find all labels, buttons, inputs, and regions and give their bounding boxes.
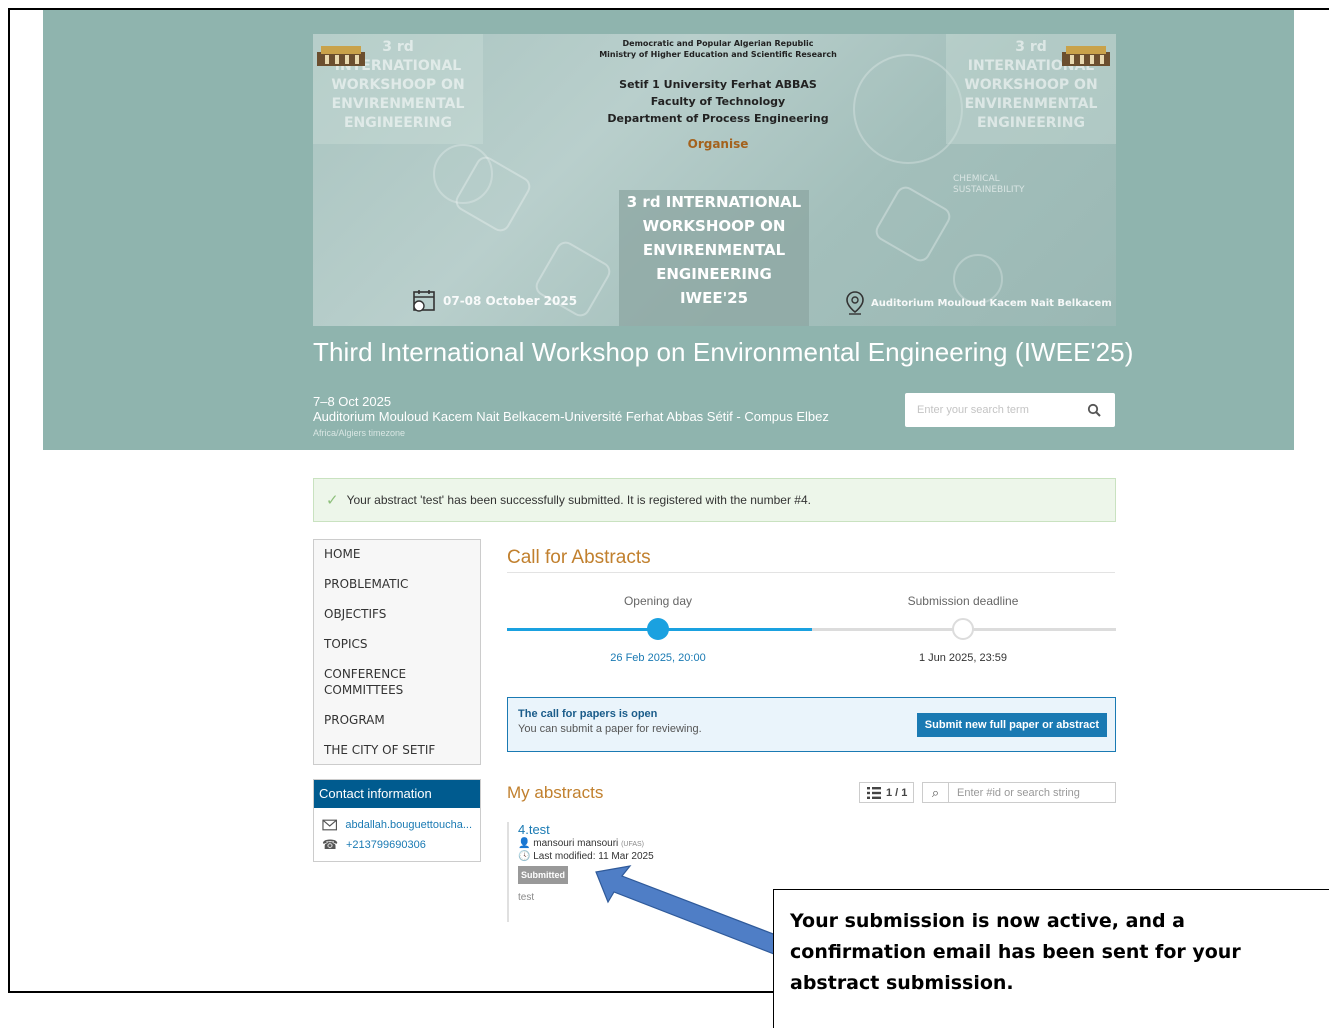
status-badge: Submitted (518, 866, 568, 884)
workshop-line: WORKSHOOP ON (642, 217, 786, 235)
menu-item-conference-committees[interactable]: CONFERENCE COMMITTEES (314, 666, 434, 698)
decor-hexagon (872, 183, 954, 265)
submit-abstract-button[interactable]: Submit new full paper or abstract (916, 713, 1107, 737)
menu-item-topics[interactable]: TOPICS (314, 636, 480, 652)
section-divider (507, 572, 1115, 573)
workshop-line: IWEE'25 (679, 289, 749, 307)
department-name: Department of Process Engineering (607, 112, 829, 125)
faculty-name: Faculty of Technology (650, 95, 786, 108)
menu-item-program[interactable]: PROGRAM (314, 712, 480, 728)
phone-icon: ☎ (322, 837, 339, 852)
envelope-icon (322, 819, 338, 831)
conference-timezone: Africa/Algiers timezone (313, 428, 406, 438)
person-icon: 👤 (518, 838, 531, 849)
abstracts-pager[interactable]: 1 / 1 (859, 782, 915, 803)
university-name: Setif 1 University Ferhat ABBAS (619, 78, 817, 91)
clock-icon: 🕓 (518, 851, 531, 862)
document-frame-left (8, 8, 10, 993)
document-frame-bottom (8, 991, 773, 993)
university-logo (317, 46, 365, 66)
checkmark-icon: ✓ (326, 492, 339, 509)
callout-line: confirmation email has been sent for you… (790, 941, 1241, 963)
conference-venue: Auditorium Mouloud Kacem Nait Belkacem-U… (313, 409, 829, 424)
conference-banner: 3 rd INTERNATIONAL WORKSHOOP ON ENVIRENM… (313, 34, 1116, 326)
workshop-line: ENVIRENMENTAL (642, 241, 786, 259)
university-logo (1062, 46, 1110, 66)
search-icon: ⌕ (923, 783, 949, 802)
contact-panel: Contact information abdallah.bouguettouc… (313, 779, 481, 862)
banner-date: 07-08 October 2025 (411, 288, 577, 314)
workshop-title-box: 3 rd INTERNATIONAL WORKSHOOP ON ENVIRENM… (619, 190, 809, 326)
organise-label: Organise (687, 137, 749, 151)
banner-chemical-text: CHEMICAL SUSTAINEBILITY (953, 174, 1025, 195)
my-abstracts-title: My abstracts (507, 783, 604, 802)
abstract-search: ⌕ (922, 782, 1116, 803)
site-search (905, 393, 1115, 427)
banner-place-text: Auditorium Mouloud Kacem Nait Belkacem (871, 297, 1112, 309)
banner-date-text: 07-08 October 2025 (443, 294, 578, 308)
contact-panel-body: abdallah.bouguettoucha... ☎ +21379969030… (314, 808, 480, 861)
timeline-deadline-label: Submission deadline (907, 594, 1019, 608)
workshop-line: ENGINEERING (656, 265, 772, 283)
university-line: Setif 1 University Ferhat ABBAS Faculty … (568, 76, 868, 127)
timeline-opening-label: Opening day (623, 594, 693, 608)
location-pin-icon (846, 291, 864, 315)
timeline-opening-marker (647, 618, 669, 640)
list-icon (867, 786, 881, 799)
conference-title[interactable]: Third International Workshop on Environm… (313, 337, 1133, 368)
timeline-deadline-date: 1 Jun 2025, 23:59 (918, 652, 1008, 664)
call-open-panel: The call for papers is open You can subm… (507, 697, 1116, 752)
timeline-deadline-marker (952, 618, 974, 640)
menu-item-home[interactable]: HOME (314, 546, 480, 562)
call-for-abstracts-title: Call for Abstracts (507, 547, 651, 568)
success-notice-text: Your abstract 'test' has been successful… (346, 493, 811, 507)
timeline-opening-date: 26 Feb 2025, 20:00 (610, 652, 706, 664)
abstract-author-name: mansouri mansouri (533, 838, 619, 849)
conference-dates: 7–8 Oct 2025 (313, 394, 392, 409)
menu-item-problematic[interactable]: PROBLEMATIC (314, 576, 480, 592)
pager-count: 1 / 1 (886, 786, 908, 799)
callout-line: abstract submission. (790, 972, 1014, 994)
search-icon[interactable] (1087, 403, 1101, 417)
banner-place: Auditorium Mouloud Kacem Nait Belkacem (845, 290, 1112, 316)
abstract-search-input[interactable] (949, 786, 1109, 799)
abstract-modified-text: Last modified: 11 Mar 2025 (533, 851, 654, 862)
contact-phone-row[interactable]: ☎ +213799690306 (322, 837, 472, 853)
abstract-modified: 🕓 Last modified: 11 Mar 2025 (518, 851, 654, 862)
success-notice: ✓ Your abstract 'test' has been successf… (313, 478, 1116, 522)
contact-email-row[interactable]: abdallah.bouguettoucha... (322, 817, 472, 833)
contact-email[interactable]: abdallah.bouguettoucha... (345, 819, 472, 831)
site-search-input[interactable] (917, 404, 1087, 416)
banner-organizer-block: Democratic and Popular Algerian Republic… (568, 38, 868, 151)
callout-line: Your submission is now active, and a (790, 910, 1186, 932)
abstract-author-affiliation: (UFAS) (621, 841, 645, 848)
side-menu: HOME PROBLEMATIC OBJECTIFS TOPICS CONFER… (313, 539, 481, 765)
abstract-author: 👤 mansouri mansouri (UFAS) (518, 838, 654, 849)
workshop-line: 3 rd INTERNATIONAL (626, 193, 802, 211)
contact-panel-title: Contact information (314, 780, 480, 808)
abstract-title-link[interactable]: 4.test (518, 822, 654, 837)
contact-phone[interactable]: +213799690306 (346, 839, 426, 851)
calendar-icon (413, 290, 435, 312)
republic-line: Democratic and Popular Algerian Republic (622, 39, 814, 48)
menu-item-city-of-setif[interactable]: THE CITY OF SETIF (314, 742, 480, 758)
annotation-callout: Your submission is now active, and a con… (773, 889, 1329, 1028)
ministry-line: Ministry of Higher Education and Scienti… (599, 50, 837, 59)
menu-item-objectifs[interactable]: OBJECTIFS (314, 606, 480, 622)
